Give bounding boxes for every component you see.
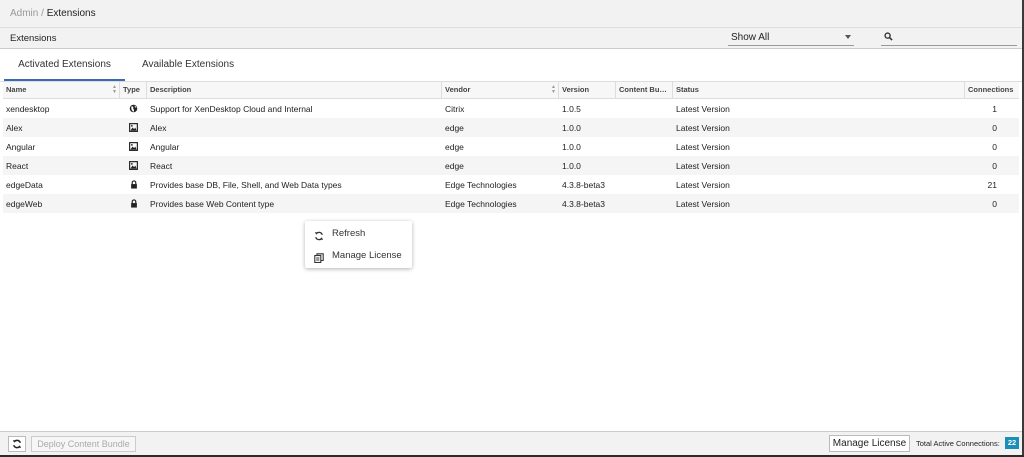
breadcrumb: Admin / Extensions xyxy=(10,8,96,19)
cell-version: 4.3.8-beta3 xyxy=(562,180,606,190)
panel-title: Extensions xyxy=(10,33,57,44)
deploy-content-bundle-button[interactable]: Deploy Content Bundle xyxy=(31,436,136,452)
tab-available-extensions[interactable]: Available Extensions xyxy=(142,49,242,80)
table-header: Name ▲ ▼ Type Description Vendor ▲ ▼ Version… xyxy=(3,82,1019,99)
cell-version: 1.0.5 xyxy=(562,104,581,114)
cell-status: Latest Version xyxy=(676,123,730,133)
table-row[interactable]: xendesktop Support for XenDesktop Cloud … xyxy=(3,99,1019,118)
column-header-type[interactable]: Type xyxy=(120,82,147,98)
cell-vendor: Citrix xyxy=(445,104,465,114)
extensions-window: Admin / Extensions Extensions Show All A… xyxy=(0,0,1024,456)
cell-version: 4.3.8-beta3 xyxy=(562,199,606,209)
cell-connections: 0 xyxy=(992,142,997,152)
lock-icon xyxy=(120,175,147,194)
context-menu: Refresh Manage License xyxy=(305,221,412,268)
cell-status: Latest Version xyxy=(676,142,730,152)
cell-vendor: Edge Technologies xyxy=(445,180,517,190)
cell-description: Provides base DB, File, Shell, and Web D… xyxy=(150,180,342,190)
extensions-toolbar: Extensions Show All xyxy=(0,28,1022,49)
cell-description: React xyxy=(150,161,173,171)
cell-content-bundle xyxy=(616,137,673,156)
cell-description: Alex xyxy=(150,123,167,133)
context-menu-manage-license-label: Manage License xyxy=(332,250,402,261)
total-active-connections-label: Total Active Connections: xyxy=(916,439,1000,448)
manage-license-button[interactable]: Manage License xyxy=(829,435,910,452)
context-menu-refresh[interactable]: Refresh xyxy=(305,224,412,244)
breadcrumb-root[interactable]: Admin xyxy=(10,8,38,19)
cell-content-bundle xyxy=(616,194,673,213)
cell-status: Latest Version xyxy=(676,199,730,209)
cell-connections: 1 xyxy=(992,104,997,114)
license-icon xyxy=(314,251,324,271)
footer-bar: Deploy Content Bundle Manage License Tot… xyxy=(0,431,1022,456)
cell-name: Alex xyxy=(6,123,23,133)
image-icon xyxy=(120,137,147,156)
context-menu-manage-license[interactable]: Manage License xyxy=(305,246,412,266)
table-row[interactable]: Alex Alex edge 1.0.0 Latest Version 0 xyxy=(3,118,1019,137)
cell-vendor: edge xyxy=(445,142,464,152)
cell-connections: 0 xyxy=(992,123,997,133)
cell-description: Angular xyxy=(150,142,180,152)
column-header-vendor[interactable]: Vendor ▲ ▼ xyxy=(442,82,559,98)
table-row[interactable]: edgeData Provides base DB, File, Shell, … xyxy=(3,175,1019,194)
cell-content-bundle xyxy=(616,175,673,194)
image-icon xyxy=(120,156,147,175)
search-icon xyxy=(884,32,893,43)
tab-activated-extensions[interactable]: Activated Extensions xyxy=(4,49,125,81)
cell-content-bundle xyxy=(616,118,673,137)
cell-vendor: Edge Technologies xyxy=(445,199,517,209)
breadcrumb-bar: Admin / Extensions xyxy=(0,0,1022,28)
cell-connections: 0 xyxy=(992,161,997,171)
table-row[interactable]: edgeWeb Provides base Web Content type E… xyxy=(3,194,1019,213)
column-header-name[interactable]: Name ▲ ▼ xyxy=(3,82,120,98)
breadcrumb-current: Extensions xyxy=(46,8,96,19)
cell-version: 1.0.0 xyxy=(562,142,581,152)
sort-icon: ▲ ▼ xyxy=(551,84,556,95)
table-row[interactable]: React React edge 1.0.0 Latest Version 0 xyxy=(3,156,1019,175)
column-header-version[interactable]: Version xyxy=(559,82,616,98)
cell-status: Latest Version xyxy=(676,180,730,190)
column-header-status[interactable]: Status xyxy=(673,82,965,98)
extension-tabs: Activated Extensions Available Extension… xyxy=(0,49,1022,82)
cell-version: 1.0.0 xyxy=(562,123,581,133)
cell-version: 1.0.0 xyxy=(562,161,581,171)
cell-vendor: edge xyxy=(445,123,464,133)
cell-content-bundle xyxy=(616,156,673,175)
cell-content-bundle xyxy=(616,99,673,118)
column-header-content-bundle[interactable]: Content Bu… xyxy=(616,82,673,98)
show-filter-value: Show All xyxy=(731,32,770,43)
cell-name: edgeData xyxy=(6,180,43,190)
cell-name: edgeWeb xyxy=(6,199,43,209)
refresh-icon xyxy=(12,439,22,449)
column-header-description[interactable]: Description xyxy=(147,82,442,98)
lock-icon xyxy=(120,194,147,213)
caret-down-icon xyxy=(845,35,851,39)
cell-name: xendesktop xyxy=(6,104,50,114)
globe-icon xyxy=(120,99,147,118)
cell-name: React xyxy=(6,161,29,171)
cell-name: Angular xyxy=(6,142,36,152)
refresh-button[interactable] xyxy=(8,436,26,452)
image-icon xyxy=(120,118,147,137)
cell-connections: 0 xyxy=(992,199,997,209)
cell-status: Latest Version xyxy=(676,161,730,171)
sort-icon: ▲ ▼ xyxy=(112,84,117,95)
cell-connections: 21 xyxy=(987,180,997,190)
cell-vendor: edge xyxy=(445,161,464,171)
search-input[interactable] xyxy=(897,30,1017,45)
total-active-connections-badge: 22 xyxy=(1005,437,1019,449)
table-row[interactable]: Angular Angular edge 1.0.0 Latest Versio… xyxy=(3,137,1019,156)
search-box[interactable] xyxy=(881,29,1017,46)
column-header-connections[interactable]: Connections xyxy=(965,82,1019,98)
show-filter-select[interactable]: Show All xyxy=(728,29,854,46)
cell-description: Support for XenDesktop Cloud and Interna… xyxy=(150,104,313,114)
cell-description: Provides base Web Content type xyxy=(150,199,275,209)
breadcrumb-separator: / xyxy=(41,8,44,19)
cell-status: Latest Version xyxy=(676,104,730,114)
context-menu-refresh-label: Refresh xyxy=(332,228,366,239)
